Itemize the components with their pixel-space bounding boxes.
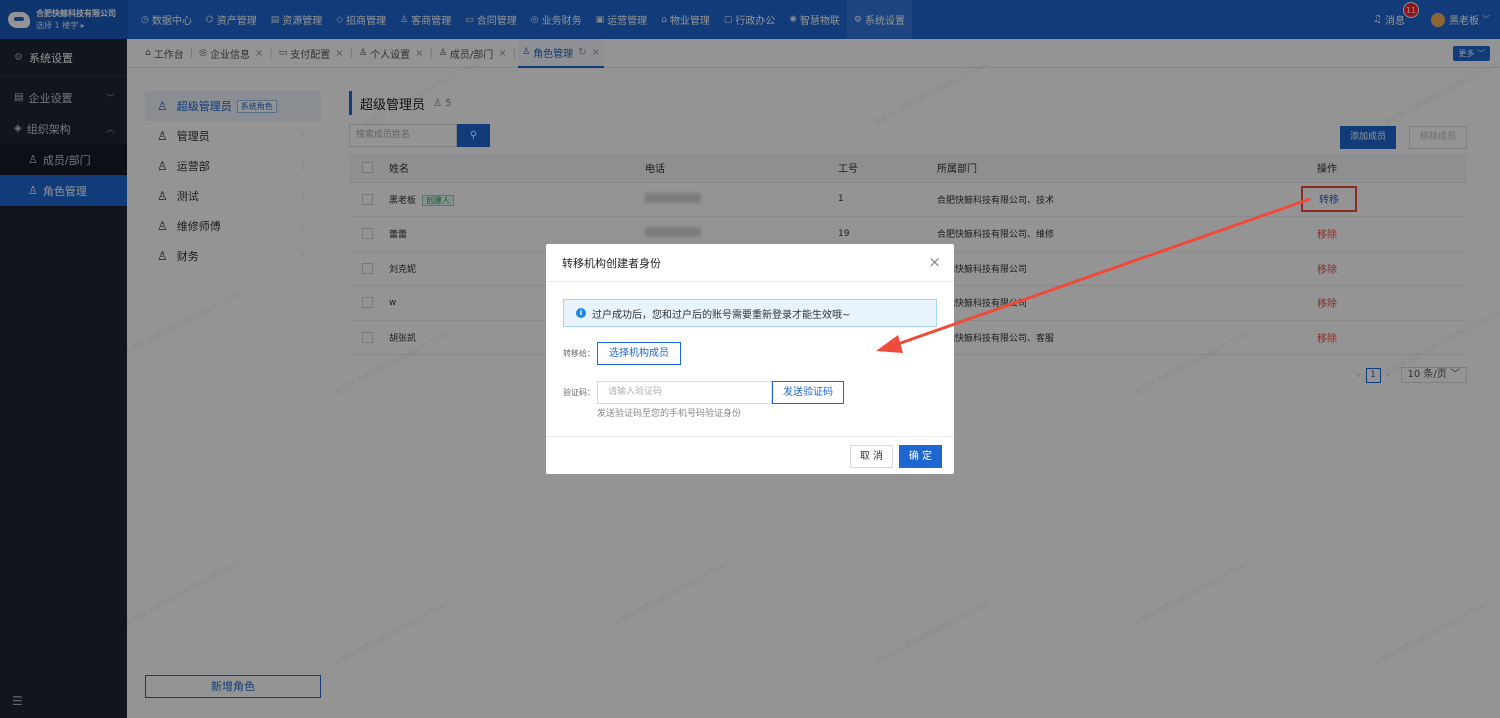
send-code-button[interactable]: 发送验证码	[772, 381, 844, 404]
cancel-button[interactable]: 取 消	[849, 445, 893, 468]
code-label: 验证码：	[563, 388, 595, 397]
dialog-title: 转移机构创建者身份	[562, 256, 661, 270]
select-member-button[interactable]: 选择机构成员	[597, 342, 681, 365]
transfer-creator-dialog: 转移机构创建者身份 × i 过户成功后，您和过户后的账号需要重新登录才能生效哦~…	[546, 244, 954, 474]
info-alert: i 过户成功后，您和过户后的账号需要重新登录才能生效哦~	[563, 299, 937, 327]
info-icon: i	[576, 308, 586, 318]
dialog-footer: 取 消 确 定	[546, 436, 954, 474]
verification-code-input[interactable]: 请输入验证码	[597, 381, 772, 404]
dialog-header: 转移机构创建者身份 ×	[546, 244, 954, 282]
confirm-button[interactable]: 确 定	[898, 445, 942, 468]
close-icon[interactable]: ×	[928, 254, 941, 270]
code-hint: 发送验证码至您的手机号码验证身份	[597, 409, 742, 419]
transfer-to-label: 转移给：	[563, 349, 595, 358]
